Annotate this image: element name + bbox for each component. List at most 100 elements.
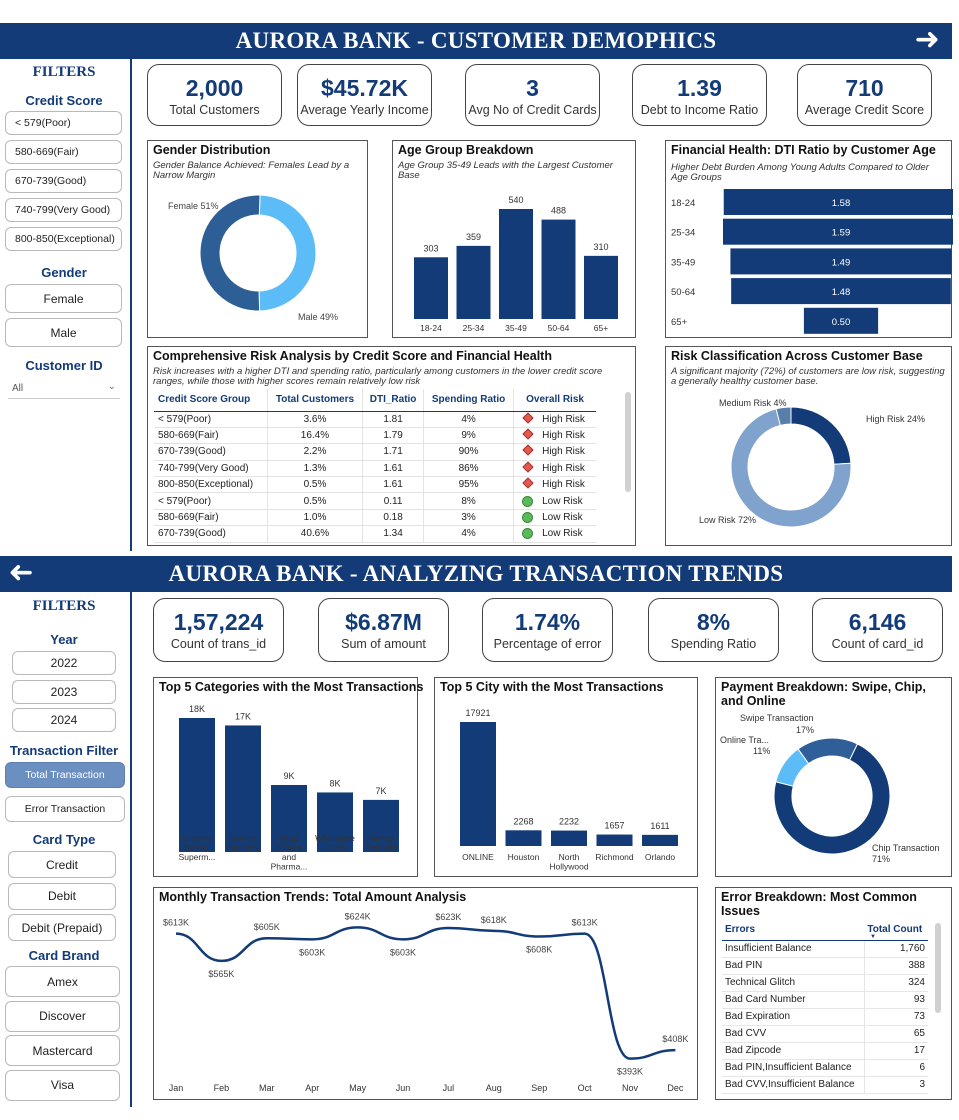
- top-filters-title: FILTERS: [32, 64, 96, 80]
- risk-cell: 1.34: [362, 525, 425, 543]
- month-label: Jan: [169, 1083, 184, 1093]
- credit-score-option[interactable]: 800-850(Exceptional): [5, 227, 122, 251]
- card-brand-option[interactable]: Visa: [5, 1069, 120, 1101]
- category-label: Drug: [280, 833, 299, 843]
- bar-value-label: 488: [551, 206, 566, 216]
- top-banner-title: AURORA BANK - CUSTOMER DEMOPHICS: [235, 28, 717, 53]
- table-row: < 579(Poor) 0.5% 0.11 8% Low Risk: [154, 492, 596, 510]
- kpi-value: 1.39: [677, 75, 722, 101]
- risk-table-title: Comprehensive Risk Analysis by Credit Sc…: [153, 349, 552, 363]
- kpi-label: Average Yearly Income: [300, 103, 429, 117]
- kpi-card: 1.74% Percentage of error: [482, 598, 613, 662]
- bar[interactable]: [541, 219, 576, 319]
- top-banner: AURORA BANK - CUSTOMER DEMOPHICS ➜: [0, 23, 952, 59]
- credit-score-option[interactable]: 670-739(Good): [5, 169, 122, 193]
- risk-cell: 1.71: [362, 443, 425, 461]
- bar[interactable]: [642, 834, 678, 846]
- card-brand-option[interactable]: Amex: [5, 966, 120, 997]
- category-label: 65+: [594, 323, 608, 333]
- risk-column-header[interactable]: DTI_Ratio: [362, 389, 425, 412]
- bar-value-label: 310: [593, 242, 608, 252]
- card-type-label: Card Type: [32, 832, 96, 847]
- point-value-label: $393K: [617, 1067, 643, 1077]
- female-slice: [199, 194, 261, 312]
- kpi-card: 2,000 Total Customers: [147, 64, 282, 126]
- arrow-left-icon[interactable]: ➜: [8, 555, 33, 590]
- bar[interactable]: [414, 257, 448, 319]
- table-row: Insufficient Balance 1,760: [722, 940, 928, 958]
- male-slice: [258, 194, 317, 312]
- customer-id-dropdown[interactable]: All ⌄: [8, 379, 120, 399]
- card-type-option[interactable]: Debit: [8, 882, 116, 910]
- category-label: North: [559, 852, 580, 862]
- high-risk-diamond-icon: [522, 461, 534, 473]
- bar-value-label: 2268: [513, 816, 533, 826]
- transaction-filter-option[interactable]: Error Transaction: [5, 796, 125, 822]
- transaction-filter-option[interactable]: Total Transaction: [5, 762, 125, 788]
- risk-cell: High Risk: [513, 443, 596, 461]
- customer-id-label: Customer ID: [25, 358, 103, 373]
- card-type-option[interactable]: Debit (Prepaid): [8, 914, 116, 941]
- card-brand-option[interactable]: Mastercard: [5, 1035, 120, 1066]
- bar[interactable]: [584, 255, 618, 319]
- point-value-label: $623K: [435, 912, 461, 922]
- error-name-cell: Bad Zipcode: [722, 1042, 865, 1060]
- bottom-banner-title: AURORA BANK - ANALYZING TRANSACTION TREN…: [168, 561, 784, 586]
- error-name-cell: Bad Card Number: [722, 991, 865, 1009]
- gender-option[interactable]: Female: [5, 284, 122, 313]
- credit-score-option[interactable]: 740-799(Very Good): [5, 198, 122, 222]
- low-risk-circle-icon: [522, 511, 534, 523]
- bar[interactable]: [551, 830, 587, 846]
- high-risk-slice: [790, 406, 852, 465]
- year-label: Year: [50, 632, 78, 647]
- bar[interactable]: [499, 209, 533, 319]
- bar[interactable]: [460, 722, 496, 846]
- monthly-trend-card: Monthly Transaction Trends: Total Amount…: [153, 887, 698, 1100]
- bar[interactable]: [179, 718, 215, 852]
- risk-column-header[interactable]: Credit Score Group: [154, 389, 268, 412]
- bar[interactable]: [456, 245, 491, 319]
- swipe-pct: 17%: [796, 725, 814, 735]
- risk-cell: 580-669(Fair): [154, 509, 268, 527]
- total-count-column-header[interactable]: Total Count ▼: [864, 920, 928, 941]
- gender-option[interactable]: Male: [5, 318, 122, 347]
- risk-column-header[interactable]: Overall Risk: [513, 389, 596, 412]
- card-type-option[interactable]: Credit: [8, 851, 116, 878]
- risk-table-scrollbar[interactable]: [625, 392, 631, 492]
- year-option[interactable]: 2023: [12, 679, 116, 704]
- credit-score-option[interactable]: 580-669(Fair): [5, 140, 122, 164]
- error-count-cell: 65: [864, 1025, 928, 1043]
- table-row: 800-850(Exceptional) 0.5% 1.61 95% High Risk: [154, 476, 596, 494]
- credit-score-option[interactable]: < 579(Poor): [5, 111, 122, 135]
- card-brand-option[interactable]: Discover: [5, 1000, 120, 1032]
- year-option[interactable]: 2022: [12, 651, 116, 675]
- top-cities-card: Top 5 City with the Most Transactions 17…: [434, 677, 698, 877]
- risk-table: Credit Score Group Total Customers DTI_Rat…: [154, 389, 596, 543]
- bar-value-label: 17921: [465, 708, 490, 718]
- category-label: Transfer: [365, 843, 397, 853]
- risk-level-label: High Risk: [542, 413, 585, 425]
- error-table-scrollbar[interactable]: [935, 923, 941, 1013]
- bar-value-label: 9K: [283, 771, 294, 781]
- risk-cell: Low Risk: [513, 509, 596, 527]
- errors-column-header[interactable]: Errors: [722, 920, 865, 941]
- dti-value-label: 1.49: [832, 257, 851, 268]
- risk-column-header[interactable]: Spending Ratio: [423, 389, 515, 412]
- bar[interactable]: [596, 834, 633, 846]
- bar[interactable]: [505, 830, 542, 846]
- risk-column-header[interactable]: Total Customers: [267, 389, 364, 412]
- low-risk-label: Low Risk 72%: [699, 515, 756, 525]
- bar-value-label: 303: [423, 243, 438, 253]
- transaction-filter-label: Transaction Filter: [9, 743, 119, 758]
- category-label: 18-24: [420, 323, 442, 333]
- kpi-label: Spending Ratio: [670, 637, 757, 651]
- risk-cell: 1.79: [362, 427, 425, 445]
- risk-classification-card: Risk Classification Across Customer Base…: [665, 346, 952, 546]
- swipe-label: Swipe Transaction: [740, 713, 814, 723]
- year-option[interactable]: 2024: [12, 708, 116, 732]
- bottom-filters-title: FILTERS: [32, 598, 96, 614]
- risk-cell: 670-739(Good): [154, 443, 268, 461]
- risk-level-label: High Risk: [542, 479, 585, 491]
- arrow-right-icon[interactable]: ➜: [915, 23, 940, 57]
- category-label: Service: [229, 833, 258, 843]
